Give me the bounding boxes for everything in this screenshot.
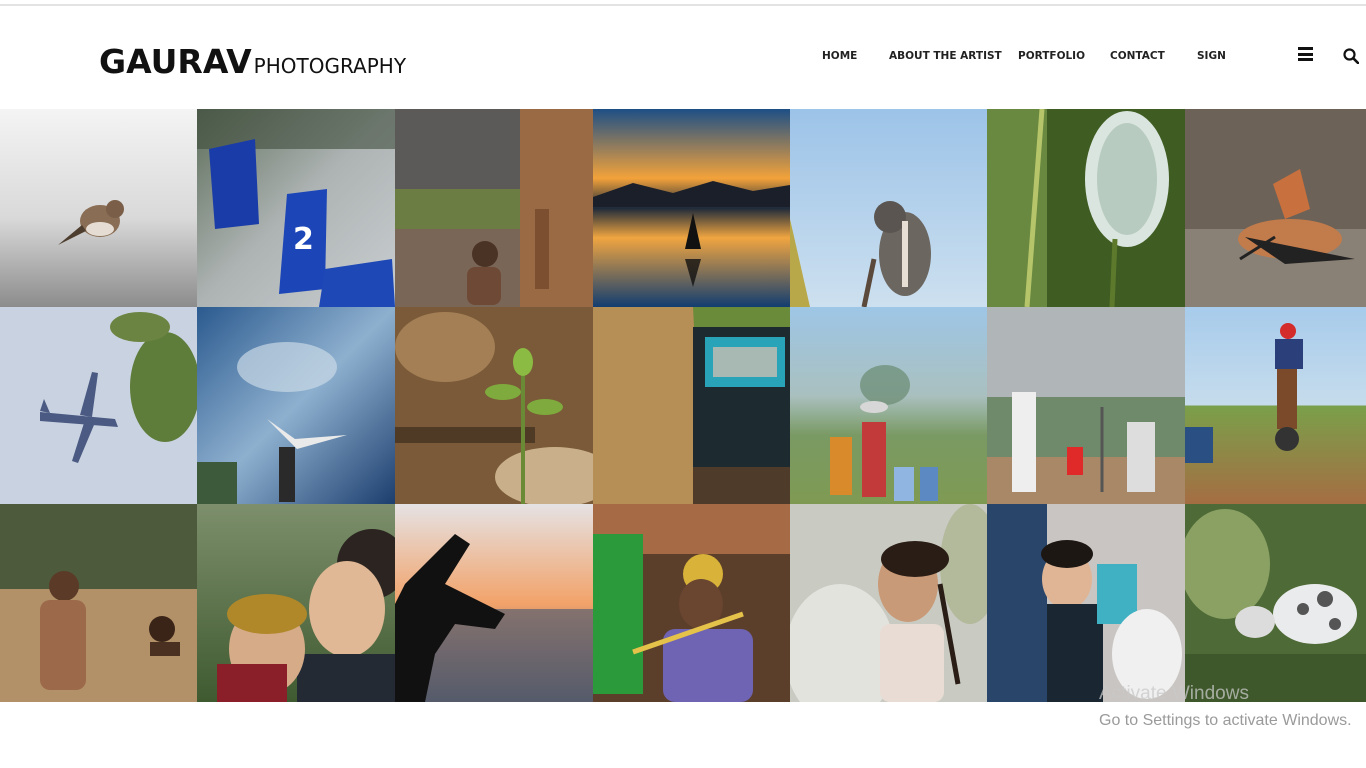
site-logo[interactable]: GAURAV PHOTOGRAPHY [99,42,406,81]
photo-smiling-girl[interactable] [790,504,987,702]
photo-gallery: 2 [0,109,1366,702]
photo-village-children[interactable] [790,307,987,504]
logo-main-text: GAURAV [99,42,252,81]
nav-home[interactable]: HOME [822,50,857,62]
photo-child-and-cattle[interactable] [395,109,593,307]
photo-boys-in-river[interactable] [0,504,197,702]
photo-heron-in-flight[interactable] [197,307,395,504]
nav-contact[interactable]: CONTACT [1110,50,1165,62]
nav-about-the-artist[interactable]: ABOUT THE ARTIST [889,50,1002,62]
photo-child-in-crowd[interactable] [987,504,1185,702]
photo-wedding-couple[interactable] [197,504,395,702]
photo-cat-in-grass[interactable] [1185,504,1366,702]
photo-hoopoe-bird[interactable] [1185,109,1366,307]
hamburger-menu-icon[interactable] [1298,47,1313,61]
photo-flute-player[interactable] [593,504,790,702]
photo-truck-in-field[interactable] [593,307,790,504]
nav-portfolio[interactable]: PORTFOLIO [1018,50,1085,62]
svg-text:2: 2 [293,222,314,257]
photo-hand-at-sunset[interactable] [395,504,593,702]
photo-bird-on-ground[interactable] [0,109,197,307]
activate-windows-title: Activate Windows [1099,683,1249,704]
activate-windows-subtitle: Go to Settings to activate Windows. [1099,712,1352,729]
photo-airplane-in-sky[interactable] [0,307,197,504]
photo-sunset-yoga-reflection[interactable] [593,109,790,307]
site-header: GAURAV PHOTOGRAPHY HOME ABOUT THE ARTIST … [0,6,1366,109]
photo-seedling-in-soil[interactable] [395,307,593,504]
photo-blue-number-markers[interactable]: 2 [197,109,395,307]
photo-street-cricket[interactable] [987,307,1185,504]
logo-sub-text: PHOTOGRAPHY [253,54,407,78]
photo-motorbike-jump[interactable] [1185,307,1366,504]
photo-white-flower-buds[interactable] [987,109,1185,307]
search-icon[interactable] [1343,48,1360,65]
photo-squirrel-on-stick[interactable] [790,109,987,307]
nav-sign[interactable]: SIGN [1197,50,1226,62]
